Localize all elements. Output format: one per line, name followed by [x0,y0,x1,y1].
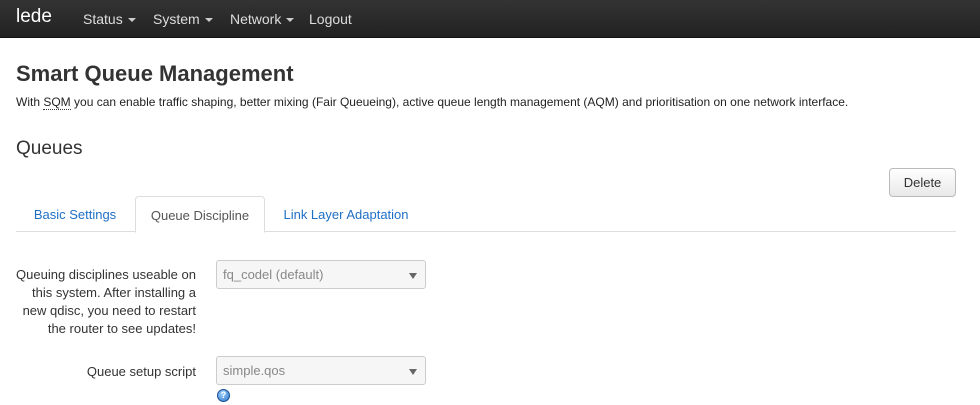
nav-system-menu[interactable]: System [153,11,213,27]
nav-system-label: System [153,11,200,27]
page-description: With SQM you can enable traffic shaping,… [16,95,849,110]
nav-network-menu[interactable]: Network [230,11,295,27]
dropdown-arrow-icon [409,369,417,375]
intro-text-after: you can enable traffic shaping, better m… [70,95,849,109]
tab-link-layer-adaptation[interactable]: Link Layer Adaptation [268,196,424,232]
qdisc-select-value: fq_codel (default) [223,267,324,282]
nav-logout-link[interactable]: Logout [309,11,352,27]
page-title: Smart Queue Management [16,61,294,86]
top-navbar: lede Status System Network Logout [0,0,980,38]
qdisc-label-line: Queuing disciplines useable on [16,267,196,282]
nav-network-label: Network [230,11,282,27]
nav-status-label: Status [83,11,123,27]
qdisc-select[interactable]: fq_codel (default) [216,260,426,289]
script-select-value: simple.qos [223,363,286,378]
qdisc-label-line: the router to see updates! [47,321,196,336]
chevron-down-icon [286,18,295,23]
script-select[interactable]: simple.qos [216,356,426,385]
intro-text-before: With [16,95,44,109]
tab-basic-settings[interactable]: Basic Settings [16,196,134,232]
tab-queue-discipline[interactable]: Queue Discipline [135,196,265,233]
script-field-label: Queue setup script [86,364,196,379]
nav-status-menu[interactable]: Status [83,11,136,27]
chevron-down-icon [204,18,213,23]
dropdown-arrow-icon [409,273,417,279]
qdisc-label-line: new qdisc, you need to restart [22,303,196,318]
tab-bar: Basic Settings Queue Discipline Link Lay… [16,196,956,233]
help-icon[interactable]: ? [217,389,230,402]
brand-logo[interactable]: lede [16,6,52,28]
sqm-abbreviation: SQM [43,95,71,110]
section-title: Queues [16,138,83,159]
qdisc-field-label: Queuing disciplines useable on this syst… [16,266,196,338]
chevron-down-icon [127,18,136,23]
qdisc-label-line: this system. After installing a [31,285,196,300]
delete-button[interactable]: Delete [889,168,956,197]
